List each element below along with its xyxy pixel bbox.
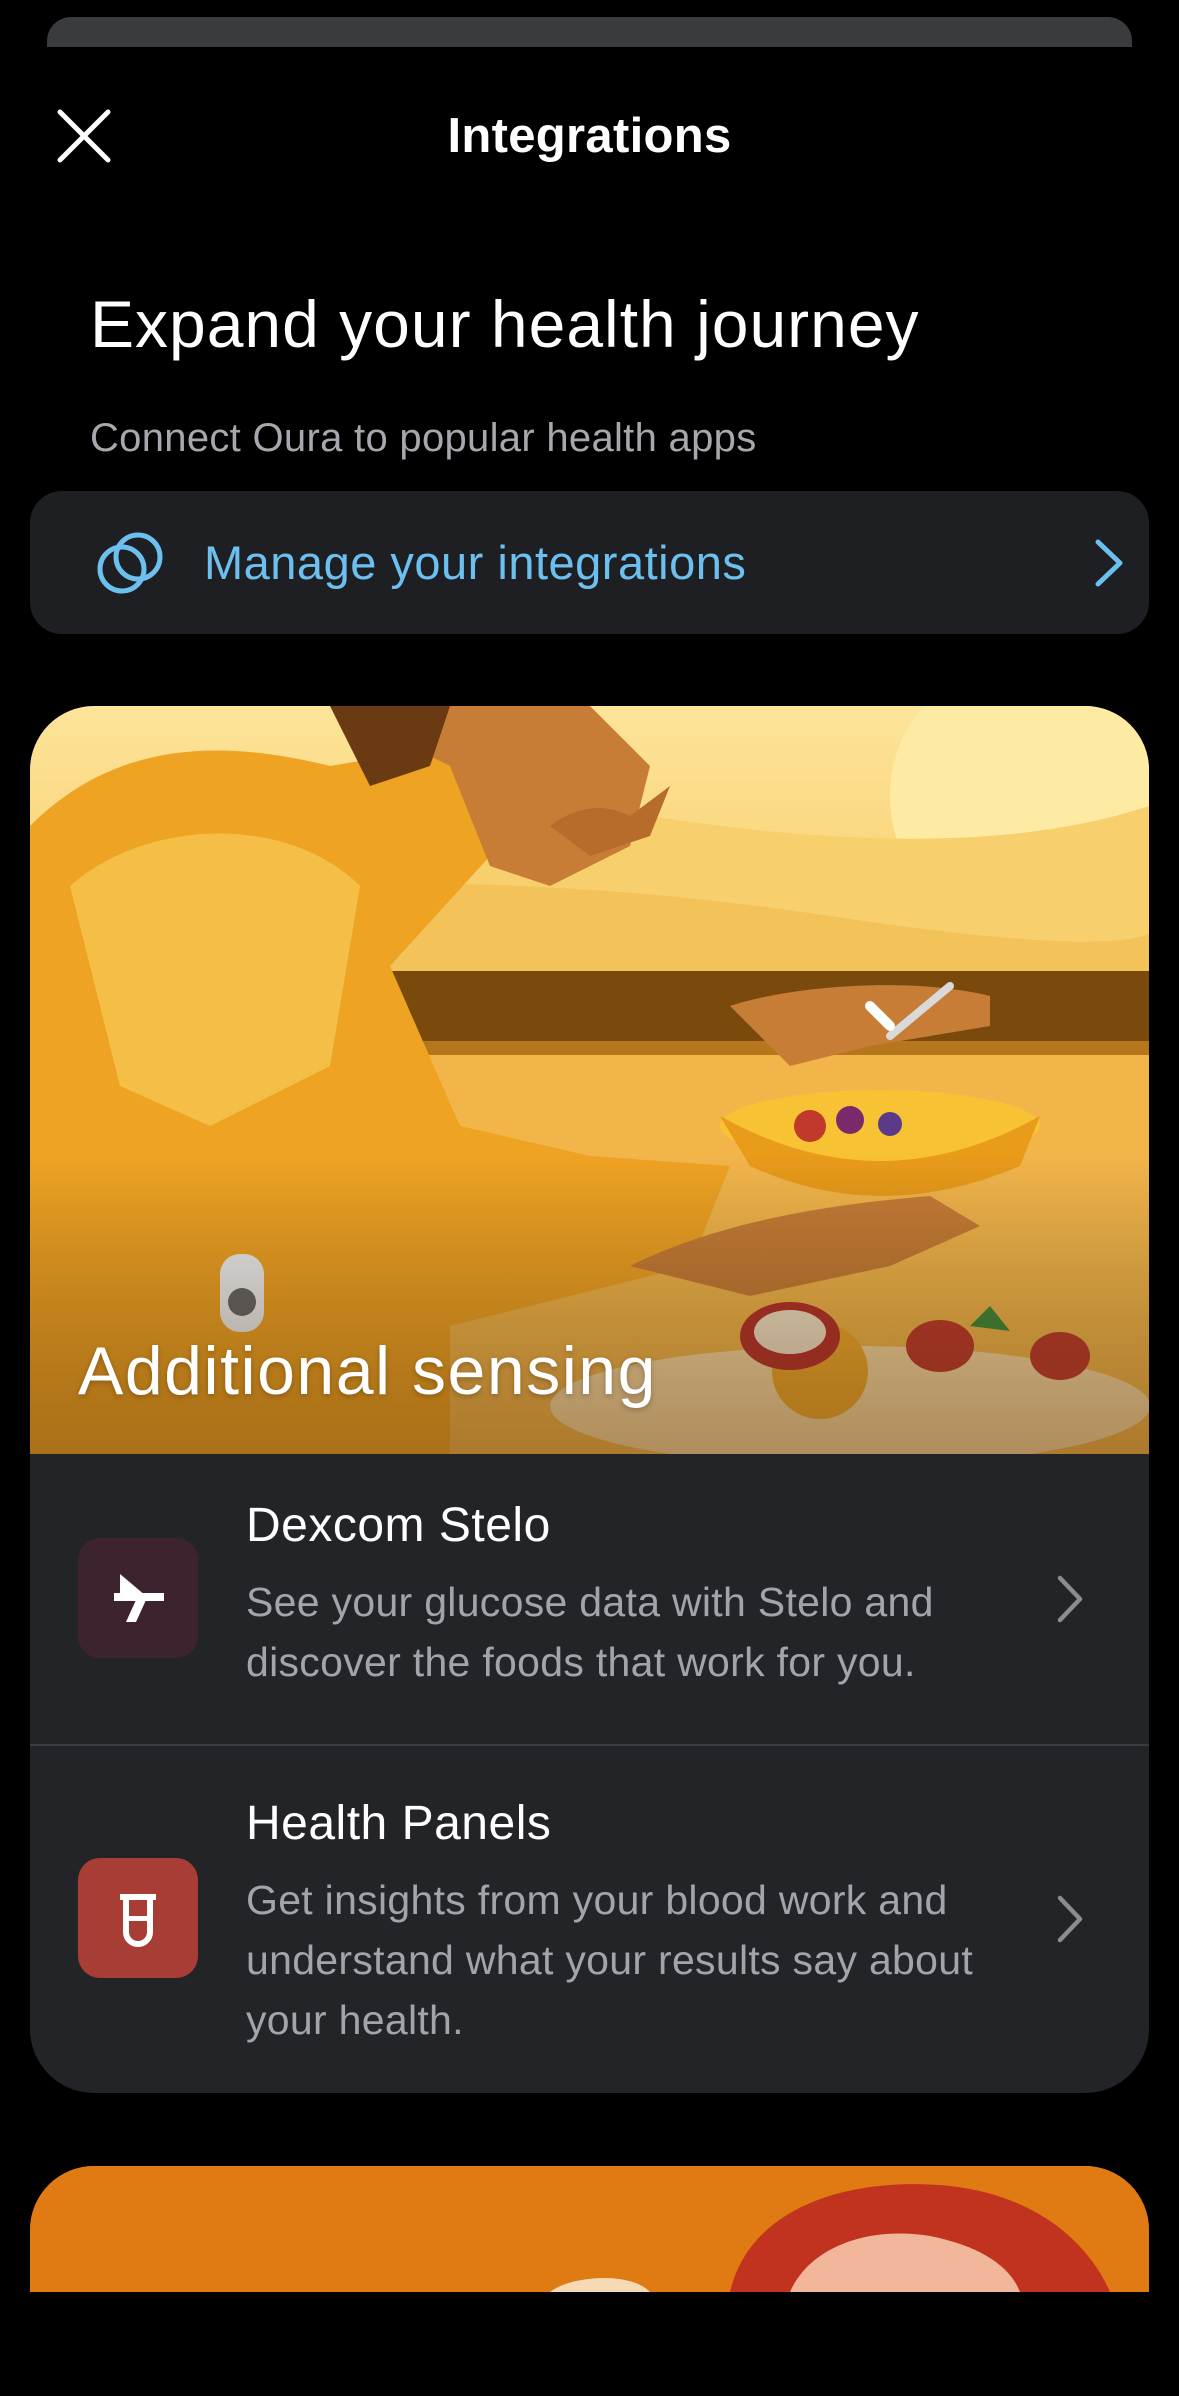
banner-title: Additional sensing	[78, 1333, 657, 1409]
next-section-card	[30, 2166, 1149, 2292]
app-icon-container	[78, 1538, 198, 1658]
manage-integrations-button[interactable]: Manage your integrations	[30, 491, 1149, 634]
next-card-illustration	[30, 2166, 1149, 2292]
list-item-health-panels[interactable]: Health Panels Get insights from your blo…	[30, 1746, 1149, 2093]
item-title: Dexcom Stelo	[246, 1499, 551, 1552]
chevron-right-icon	[1057, 1575, 1083, 1623]
page-title: Integrations	[447, 109, 732, 163]
item-title: Health Panels	[246, 1797, 552, 1850]
chevron-right-icon	[1057, 1895, 1083, 1943]
hero-title: Expand your health journey	[90, 287, 920, 361]
linked-rings-icon	[97, 532, 163, 594]
additional-sensing-card: Additional sensing Dexcom Stelo See your…	[30, 706, 1149, 2093]
sheet-top-edge	[47, 17, 1132, 47]
stelo-logo-icon	[114, 1574, 164, 1622]
manage-integrations-label: Manage your integrations	[204, 536, 747, 589]
chevron-right-icon	[1095, 539, 1123, 587]
list-item-dexcom-stelo[interactable]: Dexcom Stelo See your glucose data with …	[30, 1454, 1149, 1744]
item-description: See your glucose data with Stelo and dis…	[246, 1579, 934, 1685]
test-tube-icon	[120, 1894, 156, 1947]
top-bar: Integrations	[0, 60, 1179, 200]
hero-subtitle: Connect Oura to popular health apps	[90, 416, 757, 460]
item-description: Get insights from your blood work and un…	[246, 1877, 974, 2043]
app-icon-container	[78, 1858, 198, 1978]
